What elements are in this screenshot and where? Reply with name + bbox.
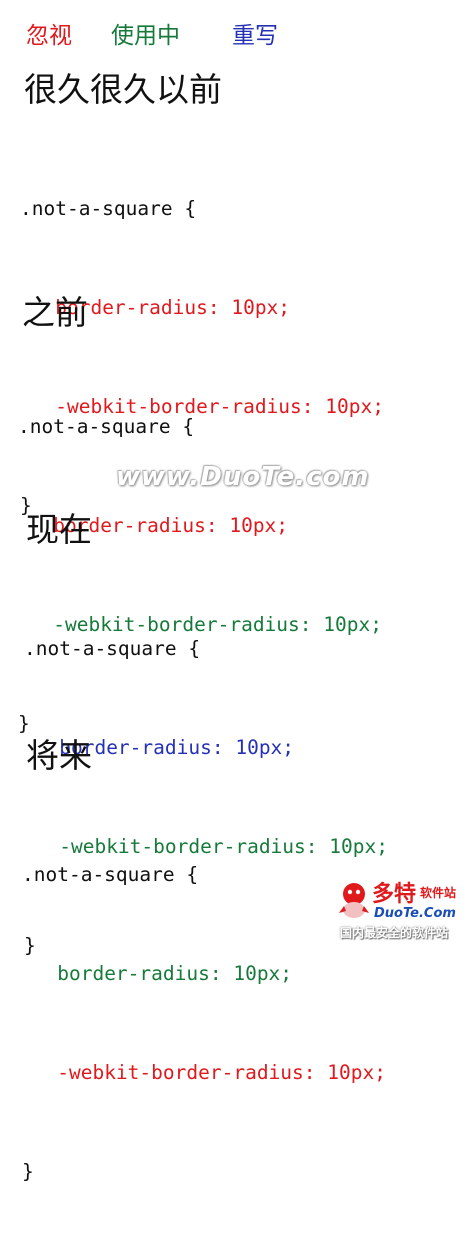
legend-ignore: 忽视 xyxy=(26,23,72,49)
code-value: border-radius: 10px; xyxy=(59,736,295,759)
code-line-border-radius: border-radius: 10px; xyxy=(22,957,386,990)
logo-tagline: 国内最安全的软件站 xyxy=(340,926,449,940)
code-selector: .not-a-square { xyxy=(18,415,195,438)
code-close-brace: } xyxy=(22,1160,34,1183)
site-logo: 多特 软件站 DuoTe.Com 国内最安全的软件站 xyxy=(336,876,472,957)
code-value: -webkit-border-radius: 10px; xyxy=(57,1061,386,1084)
code-block: .not-a-square { border-radius: 10px; -we… xyxy=(22,792,386,1254)
logo-brand: DuoTe.Com xyxy=(374,906,456,921)
code-line-webkit-border-radius: -webkit-border-radius: 10px; xyxy=(22,1056,386,1089)
section-heading: 将来 xyxy=(26,736,92,775)
section-heading: 现在 xyxy=(26,510,92,549)
legend-in-use: 使用中 xyxy=(111,23,180,49)
legend-rewrite: 重写 xyxy=(232,23,278,49)
section-heading: 很久很久以前 xyxy=(24,70,222,109)
code-value: border-radius: 10px; xyxy=(57,962,293,985)
logo-chinese-name: 多特 xyxy=(372,882,417,907)
section-heading: 之前 xyxy=(22,293,88,332)
code-value: border-radius: 10px; xyxy=(55,296,291,319)
watermark-text: www.DuoTe.com xyxy=(116,462,370,492)
mascot-icon xyxy=(339,883,369,918)
code-selector: .not-a-square { xyxy=(22,863,199,886)
code-selector: .not-a-square { xyxy=(20,197,197,220)
logo-chinese-suffix: 软件站 xyxy=(420,886,457,900)
code-selector: .not-a-square { xyxy=(24,637,201,660)
